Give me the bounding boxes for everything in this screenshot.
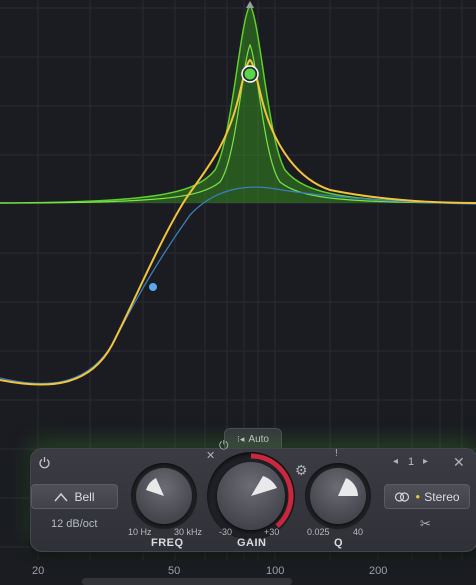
stereo-dot: ● [415, 492, 421, 501]
q-knob[interactable] [310, 468, 366, 524]
auto-icon: ⁝◂ [237, 433, 245, 444]
warning-icon[interactable]: ! [335, 449, 338, 459]
shape-bell-button[interactable]: Bell [31, 484, 118, 509]
gain-max-label: +30 [264, 527, 280, 537]
close-icon[interactable]: ✕ [453, 455, 465, 469]
stereo-label: Stereo [424, 489, 460, 504]
gear-icon[interactable]: ⚙ [295, 463, 308, 477]
freq-label: FREQ [151, 537, 184, 549]
freq-knob[interactable] [136, 468, 192, 524]
stereo-rings-icon [395, 491, 410, 502]
auto-listen-button[interactable]: ⁝◂ Auto [224, 428, 282, 449]
freq-knob-indicator [146, 478, 164, 496]
chevron-left-icon[interactable]: ◂ [393, 457, 398, 467]
gain-knob[interactable] [217, 462, 285, 530]
shape-label: Bell [74, 489, 95, 504]
peak-marker-icon [246, 1, 254, 8]
band-1-node[interactable] [241, 65, 259, 83]
chevron-right-icon[interactable]: ▸ [423, 457, 428, 467]
gain-min-label: -30 [219, 527, 233, 537]
freq-label-200: 200 [369, 565, 388, 577]
freq-max-label: 30 kHz [174, 527, 203, 537]
band-number: 1 [408, 456, 415, 468]
horizontal-scrollbar[interactable] [82, 578, 292, 585]
freq-label-100: 100 [266, 565, 285, 577]
analyzer-handle[interactable] [148, 282, 158, 292]
analyzer-curve [0, 186, 476, 385]
scissors-icon[interactable]: ✂ [420, 517, 431, 530]
bell-shape-icon [54, 492, 69, 501]
gain-label: GAIN [237, 537, 267, 549]
gain-power-icon[interactable]: ⏻ [219, 439, 229, 451]
q-label: Q [334, 537, 344, 549]
freq-label-50: 50 [168, 565, 181, 577]
q-knob-indicator [338, 478, 358, 496]
freq-label-20: 20 [32, 565, 45, 577]
band-control-panel: Bell 12 dB/oct 10 Hz 30 kHz FREQ ⏻ ✕ -30… [30, 439, 476, 552]
freq-min-label: 10 Hz [128, 527, 152, 537]
q-max-label: 40 [353, 527, 364, 537]
stereo-placement-button[interactable]: ● Stereo [384, 484, 470, 509]
q-min-label: 0.025 [307, 527, 330, 537]
band-area-fill [0, 5, 476, 203]
auto-label: Auto [248, 433, 269, 445]
slope-selector[interactable]: 12 dB/oct [51, 518, 97, 530]
power-icon [38, 457, 50, 469]
band-power-button[interactable] [37, 456, 51, 470]
gain-knob-indicator [251, 476, 277, 496]
